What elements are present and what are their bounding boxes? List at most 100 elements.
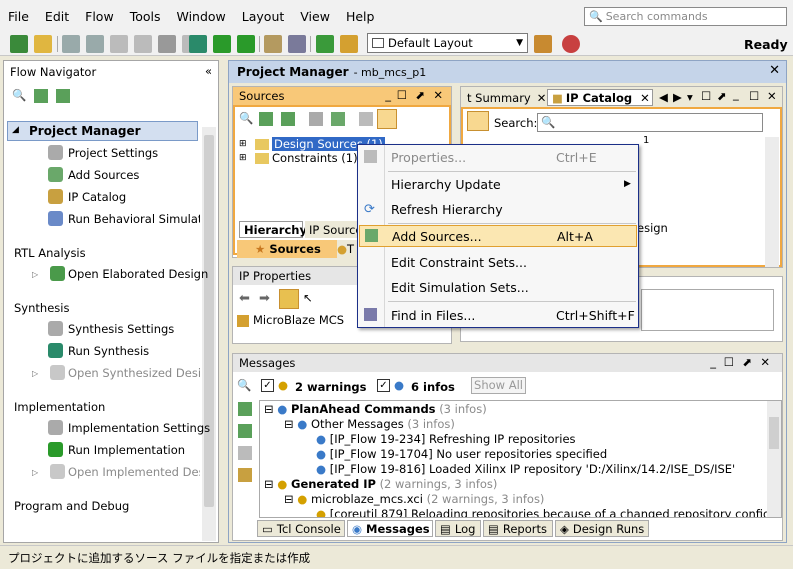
- expand-arrow-icon[interactable]: ▷: [32, 270, 38, 279]
- menu-edit[interactable]: Edit: [37, 9, 77, 24]
- menu-item-hierarchy-update[interactable]: Hierarchy Update ▶: [358, 173, 638, 195]
- restore-icon[interactable]: ☐: [397, 88, 407, 102]
- show-all-button[interactable]: Show All: [471, 377, 526, 394]
- document-icon[interactable]: [238, 446, 252, 460]
- section-synthesis[interactable]: Synthesis: [14, 301, 69, 315]
- tab-summary[interactable]: t Summary ✕: [463, 89, 547, 106]
- menu-item-properties[interactable]: Properties... Ctrl+E: [358, 146, 638, 168]
- infos-checkbox[interactable]: ✓: [377, 379, 390, 392]
- settings-icon[interactable]: [264, 35, 282, 53]
- restore-icon[interactable]: ☐: [749, 89, 759, 103]
- tab-messages[interactable]: ◉ Messages: [347, 520, 433, 537]
- tab-design-runs[interactable]: ◈ Design Runs: [555, 520, 649, 537]
- menu-tools[interactable]: Tools: [122, 9, 169, 24]
- back-icon[interactable]: ⬅: [239, 291, 250, 306]
- sum-icon[interactable]: [316, 35, 334, 53]
- section-rtl-analysis[interactable]: RTL Analysis: [14, 246, 86, 260]
- tab-right-icon[interactable]: ▶: [673, 90, 682, 104]
- expand-icon[interactable]: ⊟: [284, 492, 294, 506]
- copy-icon[interactable]: [110, 35, 128, 53]
- document-icon[interactable]: [359, 112, 373, 126]
- add-icon[interactable]: [331, 112, 345, 126]
- expand-arrow-icon[interactable]: ▷: [32, 468, 38, 477]
- search-icon[interactable]: 🔍: [239, 111, 253, 125]
- float-icon[interactable]: ⬈: [415, 88, 425, 102]
- open-project-icon[interactable]: [34, 35, 52, 53]
- menu-item-edit-simulation-sets[interactable]: Edit Simulation Sets...: [358, 276, 638, 298]
- flow-run-synthesis[interactable]: Run Synthesis: [68, 344, 149, 358]
- expand-arrow-icon[interactable]: ▷: [32, 369, 38, 378]
- flow-open-synthesized-design[interactable]: Open Synthesized Design: [68, 366, 200, 380]
- float-icon[interactable]: ⬈: [717, 89, 727, 103]
- flow-synthesis-settings[interactable]: Synthesis Settings: [68, 322, 174, 336]
- warnings-checkbox[interactable]: ✓: [261, 379, 274, 392]
- tab-left-icon[interactable]: ◀: [659, 90, 668, 104]
- report-icon[interactable]: [340, 35, 358, 53]
- tab-ip-catalog[interactable]: ■ IP Catalog ✕: [547, 89, 653, 106]
- expand-all-icon[interactable]: [238, 424, 252, 438]
- help-icon[interactable]: [562, 35, 580, 53]
- delete-icon[interactable]: [158, 35, 176, 53]
- run-all-icon[interactable]: [189, 35, 207, 53]
- tab-templates[interactable]: ● T: [337, 240, 359, 258]
- layout-select[interactable]: Default Layout ▼: [367, 33, 528, 53]
- tab-hierarchy[interactable]: Hierarchy: [239, 221, 307, 238]
- message-line[interactable]: [IP_Flow 19-1704] No user repositories s…: [330, 447, 607, 461]
- menu-help[interactable]: Help: [338, 9, 383, 24]
- sync-icon[interactable]: [377, 109, 397, 129]
- tab-log[interactable]: ▤ Log: [435, 520, 481, 537]
- paste-icon[interactable]: [134, 35, 152, 53]
- expand-icon[interactable]: ⊟: [264, 402, 274, 416]
- expand-all-icon[interactable]: [281, 112, 295, 126]
- flow-open-implemented-design[interactable]: Open Implemented Design: [68, 465, 200, 479]
- step-icon[interactable]: [237, 35, 255, 53]
- close-icon[interactable]: ✕: [767, 89, 777, 103]
- restore-icon[interactable]: ☐: [724, 355, 734, 369]
- float-icon[interactable]: ⬈: [742, 355, 752, 369]
- layout-tool-icon[interactable]: [534, 35, 552, 53]
- menu-file[interactable]: File: [0, 9, 37, 24]
- message-line[interactable]: [IP_Flow 19-234] Refreshing IP repositor…: [330, 432, 576, 446]
- menu-item-refresh-hierarchy[interactable]: ⟳ Refresh Hierarchy: [358, 198, 638, 220]
- search-commands-input[interactable]: 🔍 Search commands: [584, 7, 787, 26]
- flow-run-behavioral-simulation[interactable]: Run Behavioral Simulation: [68, 212, 200, 226]
- scrollbar-thumb[interactable]: [204, 135, 214, 507]
- minimize-icon[interactable]: _: [733, 87, 739, 101]
- menu-layout[interactable]: Layout: [234, 9, 293, 24]
- flow-ip-catalog[interactable]: IP Catalog: [68, 190, 126, 204]
- tab-list-icon[interactable]: ▾: [687, 90, 693, 104]
- flow-run-implementation[interactable]: Run Implementation: [68, 443, 185, 457]
- redo-icon[interactable]: [86, 35, 104, 53]
- collapse-icon[interactable]: «: [205, 64, 212, 78]
- search-icon[interactable]: [467, 111, 489, 131]
- undo-icon[interactable]: [62, 35, 80, 53]
- search-icon[interactable]: 🔍: [237, 378, 251, 392]
- restore-icon[interactable]: ☐: [701, 89, 711, 103]
- minimize-icon[interactable]: _: [385, 88, 391, 102]
- flow-nav-scrollbar[interactable]: [202, 127, 216, 541]
- collapse-all-icon[interactable]: [238, 402, 252, 416]
- menu-item-find-in-files[interactable]: Find in Files... Ctrl+Shift+F: [358, 304, 638, 326]
- expand-icon[interactable]: ⊞: [239, 139, 247, 149]
- close-icon[interactable]: ✕: [769, 63, 780, 78]
- menu-item-edit-constraint-sets[interactable]: Edit Constraint Sets...: [358, 251, 638, 273]
- filter-icon[interactable]: [238, 468, 252, 482]
- menu-flow[interactable]: Flow: [77, 9, 122, 24]
- menu-window[interactable]: Window: [168, 9, 233, 24]
- search-icon[interactable]: 🔍: [12, 88, 26, 102]
- flow-project-settings[interactable]: Project Settings: [68, 146, 158, 160]
- flow-implementation-settings[interactable]: Implementation Settings: [68, 421, 210, 435]
- minimize-icon[interactable]: _: [710, 355, 716, 369]
- message-line[interactable]: [IP_Flow 19-816] Loaded Xilinx IP reposi…: [330, 462, 736, 476]
- tab-sources[interactable]: ★ Sources: [237, 240, 345, 258]
- close-icon[interactable]: ✕: [537, 91, 547, 105]
- collapse-all-icon[interactable]: [34, 89, 48, 103]
- run-icon[interactable]: [213, 35, 231, 53]
- messages-scrollbar[interactable]: [767, 401, 781, 517]
- menu-view[interactable]: View: [292, 9, 338, 24]
- tree-constraints[interactable]: Constraints (1): [272, 151, 358, 165]
- section-implementation[interactable]: Implementation: [14, 400, 105, 414]
- ip-search-input[interactable]: 🔍: [537, 113, 763, 132]
- collapse-all-icon[interactable]: [259, 112, 273, 126]
- tab-tcl-console[interactable]: ▭ Tcl Console: [257, 520, 345, 537]
